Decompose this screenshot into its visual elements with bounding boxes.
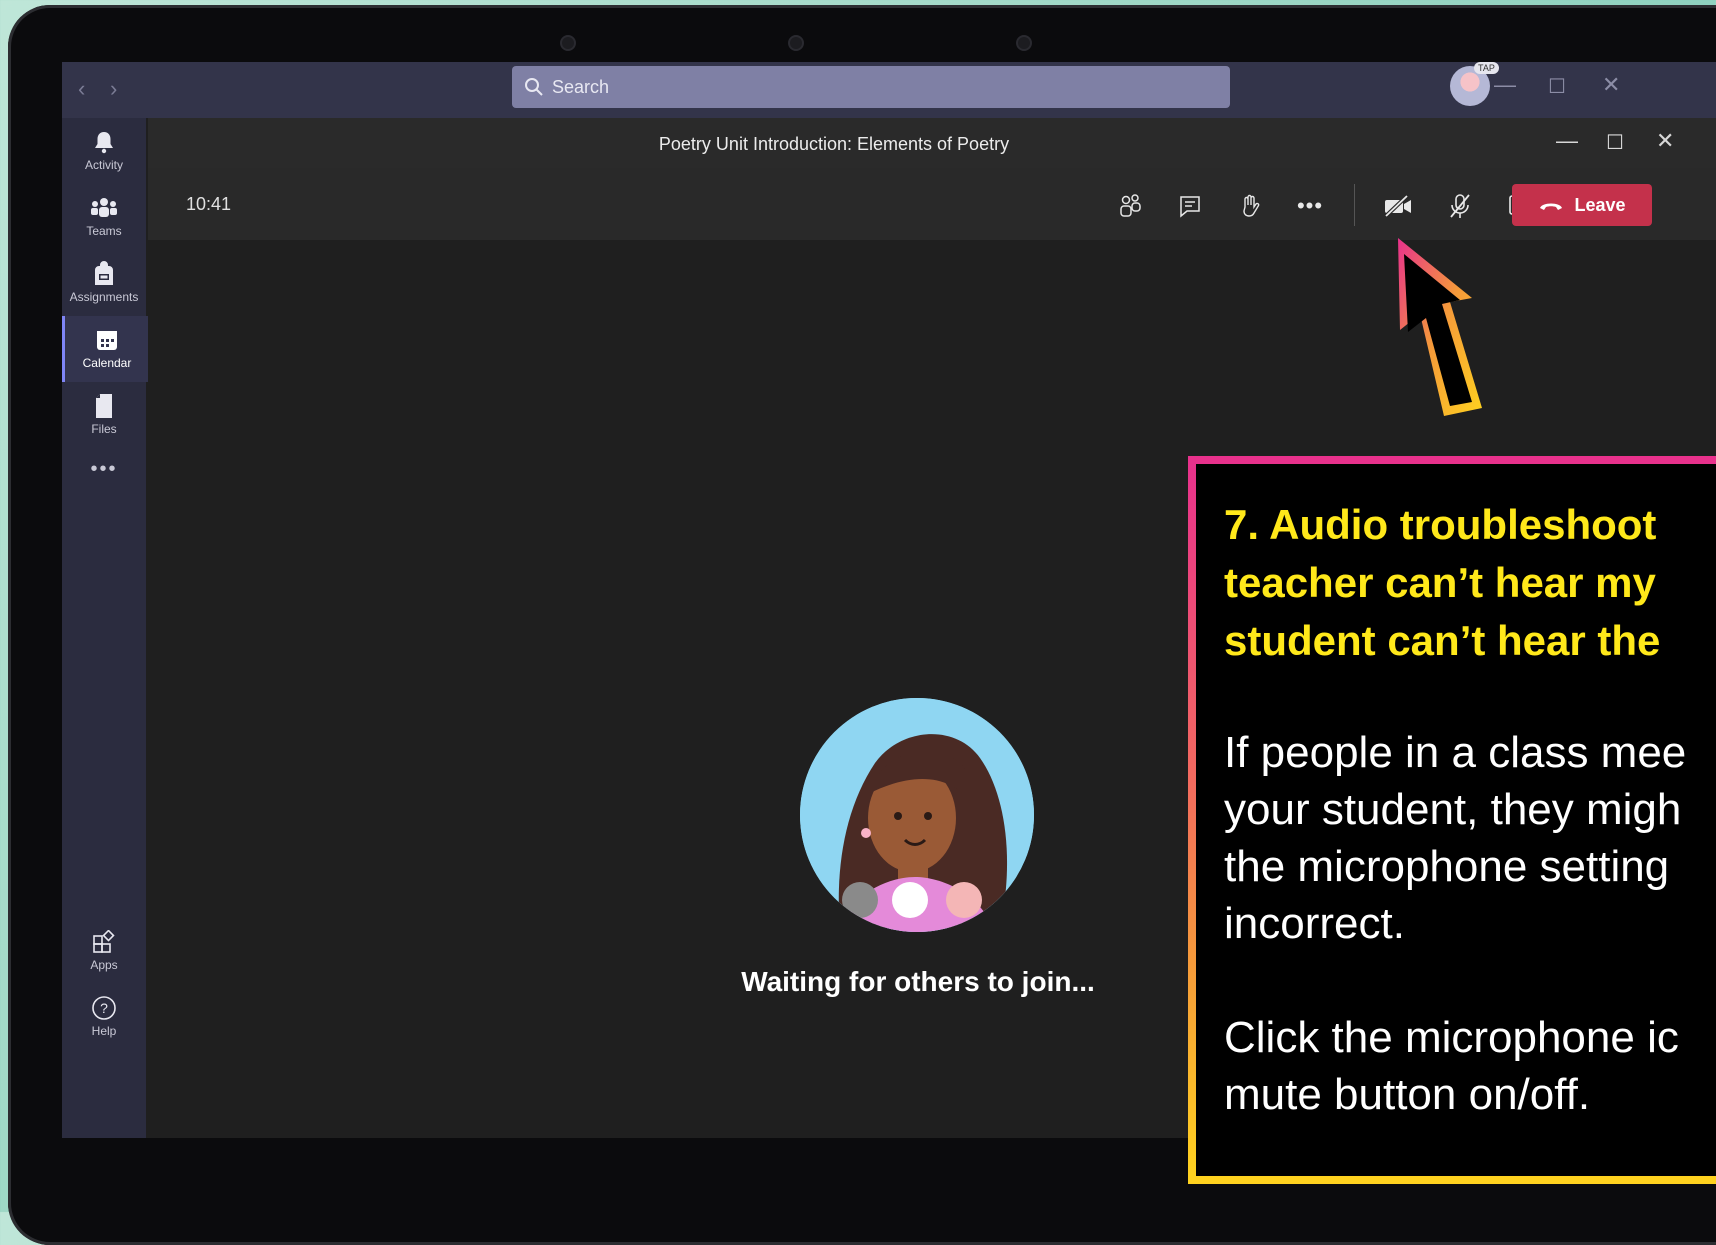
camera-lens bbox=[788, 35, 804, 51]
meeting-minimize-icon[interactable]: — bbox=[1556, 128, 1578, 154]
search-placeholder: Search bbox=[552, 76, 610, 97]
rail-item-label: Files bbox=[91, 422, 117, 436]
participants-button[interactable] bbox=[1112, 188, 1148, 224]
search-icon bbox=[525, 78, 543, 96]
camera-dot bbox=[560, 35, 576, 51]
minimize-icon[interactable]: — bbox=[1494, 72, 1516, 98]
meeting-toolbar: 10:41 ••• Leave bbox=[148, 168, 1716, 240]
rail-item-label: Assignments bbox=[69, 290, 139, 304]
callout-body: If people in a class mee your student, t… bbox=[1224, 728, 1687, 1119]
rail-item-assignments[interactable]: Assignments bbox=[62, 250, 146, 316]
meeting-title: Poetry Unit Introduction: Elements of Po… bbox=[658, 134, 1010, 154]
file-icon bbox=[96, 394, 112, 418]
arrow-up-icon bbox=[1398, 238, 1482, 416]
meeting-maximize-icon[interactable]: ☐ bbox=[1606, 130, 1624, 155]
help-icon: ? bbox=[92, 996, 116, 1020]
annotation-arrow bbox=[1384, 238, 1494, 423]
meeting-timer: 10:41 bbox=[186, 194, 232, 214]
toolbar-divider bbox=[1354, 184, 1355, 226]
search-input[interactable]: Search bbox=[512, 66, 1230, 108]
maximize-icon[interactable]: ☐ bbox=[1548, 74, 1566, 99]
app-left-rail: Activity Teams Assignments Calendar File… bbox=[62, 118, 149, 1138]
rail-item-label: Teams bbox=[86, 224, 122, 238]
leave-label: Leave bbox=[1574, 194, 1626, 215]
hang-up-icon bbox=[1540, 203, 1563, 210]
leave-button[interactable]: Leave bbox=[1512, 184, 1652, 226]
rail-item-files[interactable]: Files bbox=[62, 382, 146, 448]
rail-item-label: Help bbox=[91, 1024, 117, 1038]
rail-item-help[interactable]: ? Help bbox=[62, 984, 146, 1050]
app-title-bar: ‹ › Search TAP — ☐ ✕ bbox=[62, 62, 1716, 118]
forward-arrow-icon[interactable]: › bbox=[110, 76, 117, 102]
microphone-off-icon bbox=[1450, 194, 1470, 218]
microphone-toggle-button[interactable] bbox=[1442, 188, 1478, 224]
bell-icon bbox=[95, 132, 113, 154]
camera-dot bbox=[1016, 35, 1032, 51]
participants-icon bbox=[1120, 194, 1141, 217]
apps-icon bbox=[93, 930, 115, 953]
rail-item-label: Apps bbox=[90, 958, 118, 972]
raise-hand-button[interactable] bbox=[1232, 188, 1268, 224]
more-actions-button[interactable]: ••• bbox=[1292, 188, 1328, 224]
rail-item-apps[interactable]: Apps bbox=[62, 918, 146, 984]
rail-more-button[interactable]: ••• bbox=[62, 458, 146, 524]
rail-item-label: Activity bbox=[84, 158, 123, 172]
callout-heading: 7. Audio troubleshoot teacher can’t hear… bbox=[1224, 501, 1661, 664]
meeting-title-bar: Poetry Unit Introduction: Elements of Po… bbox=[148, 118, 1716, 169]
calendar-icon bbox=[97, 331, 117, 350]
waiting-message: Waiting for others to join... bbox=[741, 966, 1095, 997]
close-icon[interactable]: ✕ bbox=[1602, 72, 1620, 98]
back-arrow-icon[interactable]: ‹ bbox=[78, 76, 85, 102]
rail-item-calendar[interactable]: Calendar bbox=[62, 316, 149, 382]
participant-avatar bbox=[800, 698, 1034, 932]
rail-item-label: Calendar bbox=[82, 356, 132, 370]
teams-icon bbox=[91, 198, 117, 217]
meeting-close-icon[interactable]: ✕ bbox=[1656, 128, 1674, 154]
backpack-icon bbox=[95, 261, 113, 285]
raise-hand-icon bbox=[1243, 194, 1260, 217]
rail-item-activity[interactable]: Activity bbox=[62, 118, 146, 184]
svg-text:?: ? bbox=[100, 1000, 108, 1016]
rail-item-teams[interactable]: Teams bbox=[62, 184, 146, 250]
camera-off-icon bbox=[1384, 194, 1411, 218]
avatar-illustration bbox=[800, 698, 1034, 932]
chat-button[interactable] bbox=[1172, 188, 1208, 224]
chat-icon bbox=[1180, 196, 1200, 218]
camera-toggle-button[interactable] bbox=[1380, 188, 1416, 224]
